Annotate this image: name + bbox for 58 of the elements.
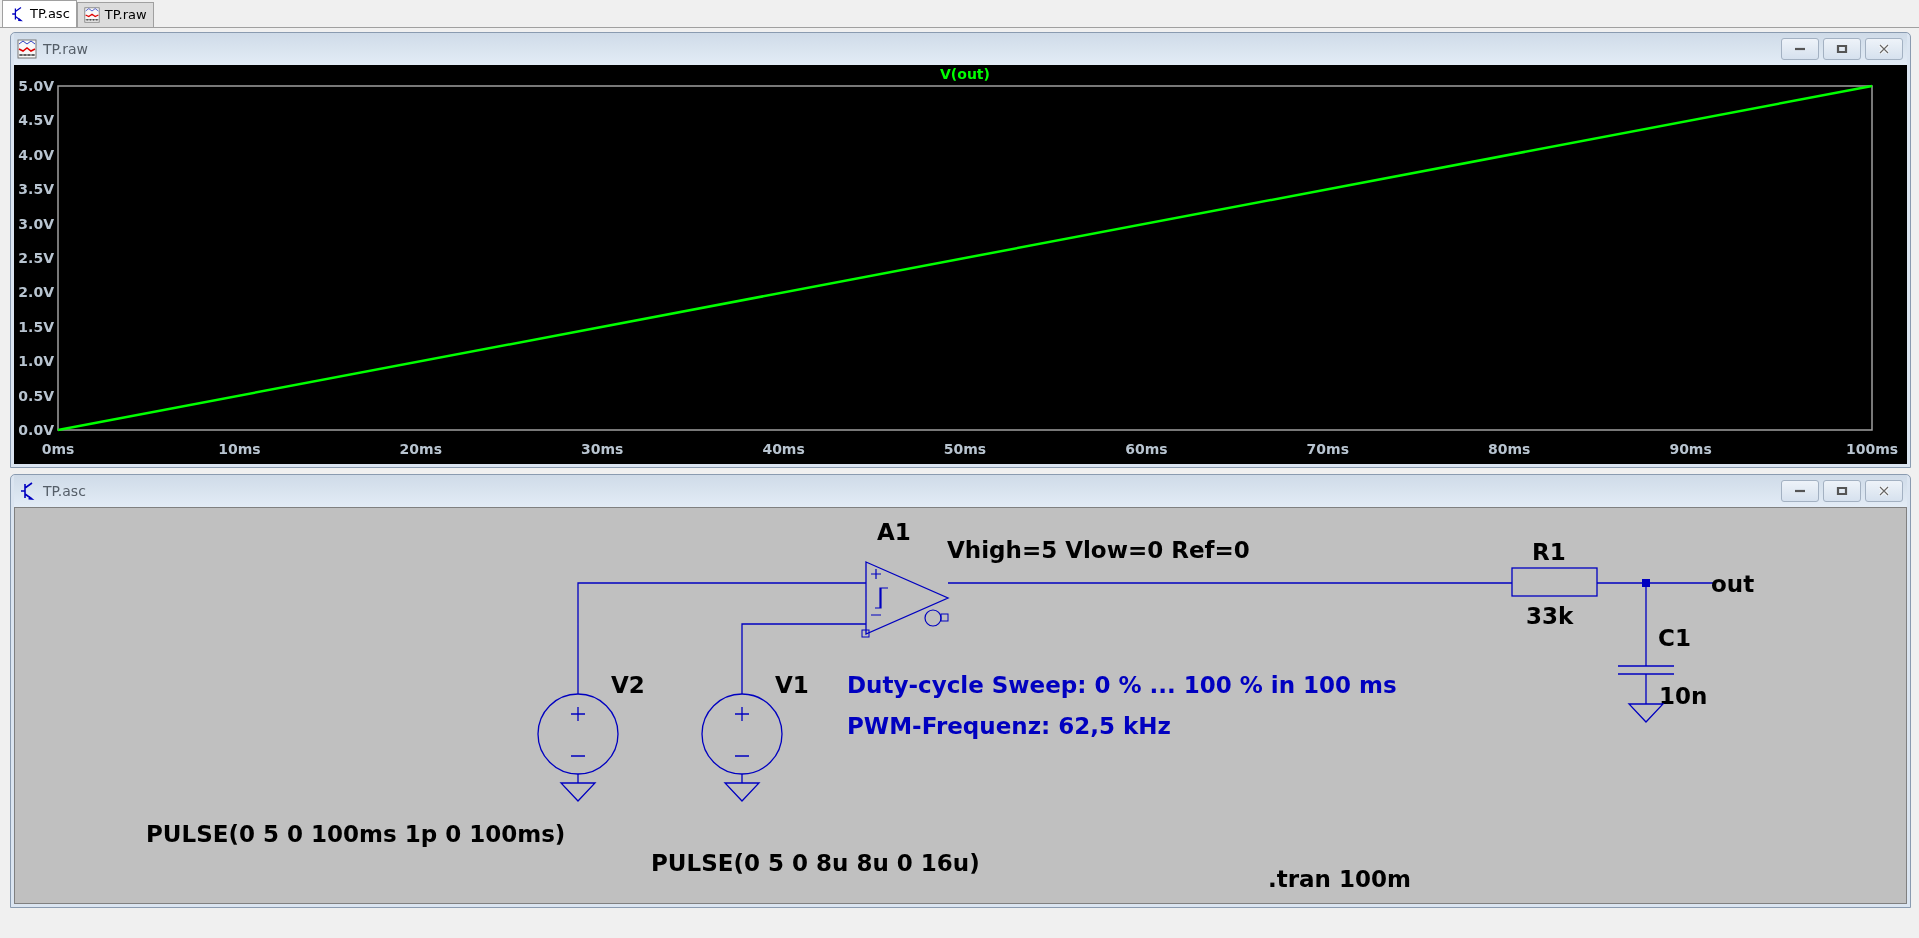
y-tick-label: 3.0V [18,215,54,232]
component-ref: C1 [1658,625,1691,651]
maximize-icon [1836,486,1848,496]
y-tick-label: 0.5V [18,387,54,404]
waveform-icon [17,39,37,59]
x-tick-label: 90ms [1669,441,1712,457]
comment-text: Duty-cycle Sweep: 0 % ... 100 % in 100 ms [847,672,1397,698]
ground-symbol [1627,703,1665,723]
component-value: PULSE(0 5 0 100ms 1p 0 100ms) [146,821,566,847]
ground-symbol [723,782,761,802]
minimize-button[interactable] [1781,38,1819,60]
y-tick-label: 3.5V [18,181,54,198]
x-tick-label: 60ms [1125,441,1168,457]
y-tick-label: 1.0V [18,353,54,370]
maximize-button[interactable] [1823,480,1861,502]
component-ref: V1 [775,672,809,698]
x-tick-label: 70ms [1306,441,1349,457]
capacitor-symbol [1617,665,1675,675]
x-tick-label: 50ms [943,441,987,457]
window-title: TP.asc [43,481,87,501]
spice-directive: .tran 100m [1268,866,1411,892]
net-label: out [1711,571,1755,597]
x-tick-label: 40ms [762,441,805,457]
close-icon [1878,43,1890,55]
y-tick-label: 1.5V [18,318,54,335]
y-tick-label: 0.0V [18,422,54,438]
maximize-icon [1836,44,1848,54]
maximize-button[interactable] [1823,38,1861,60]
waveform-icon [83,7,100,23]
close-icon [1878,485,1890,497]
comment-text: PWM-Frequenz: 62,5 kHz [847,713,1171,739]
minimize-button[interactable] [1781,480,1819,502]
document-tab[interactable]: TP.raw [76,2,154,27]
document-tab[interactable]: TP.asc [2,0,77,27]
ground-symbol [559,782,597,802]
x-tick-label: 10ms [218,441,261,457]
transistor-icon [9,6,25,22]
x-tick-label: 30ms [581,441,624,457]
x-tick-label: 0ms [41,441,75,457]
y-tick-label: 4.5V [18,112,54,129]
minimize-icon [1793,488,1807,494]
window-title: TP.raw [43,39,90,59]
x-tick-label: 20ms [399,441,442,457]
y-tick-label: 5.0V [18,78,54,94]
minimize-icon [1793,46,1807,52]
component-ref: A1 [877,519,911,545]
component-value: Vhigh=5 Vlow=0 Ref=0 [947,537,1250,563]
trace-label: V(out) [940,66,990,82]
component-value: 10n [1659,683,1708,709]
y-tick-label: 2.0V [18,284,54,301]
y-tick-label: 4.0V [18,146,54,163]
component-ref: R1 [1532,539,1566,565]
component-ref: V2 [611,672,645,698]
x-tick-label: 100ms [1845,441,1899,457]
component-value: PULSE(0 5 0 8u 8u 0 16u) [651,850,980,876]
x-tick-label: 80ms [1488,441,1531,457]
component-value: 33k [1526,603,1574,629]
y-tick-label: 2.5V [18,250,54,266]
